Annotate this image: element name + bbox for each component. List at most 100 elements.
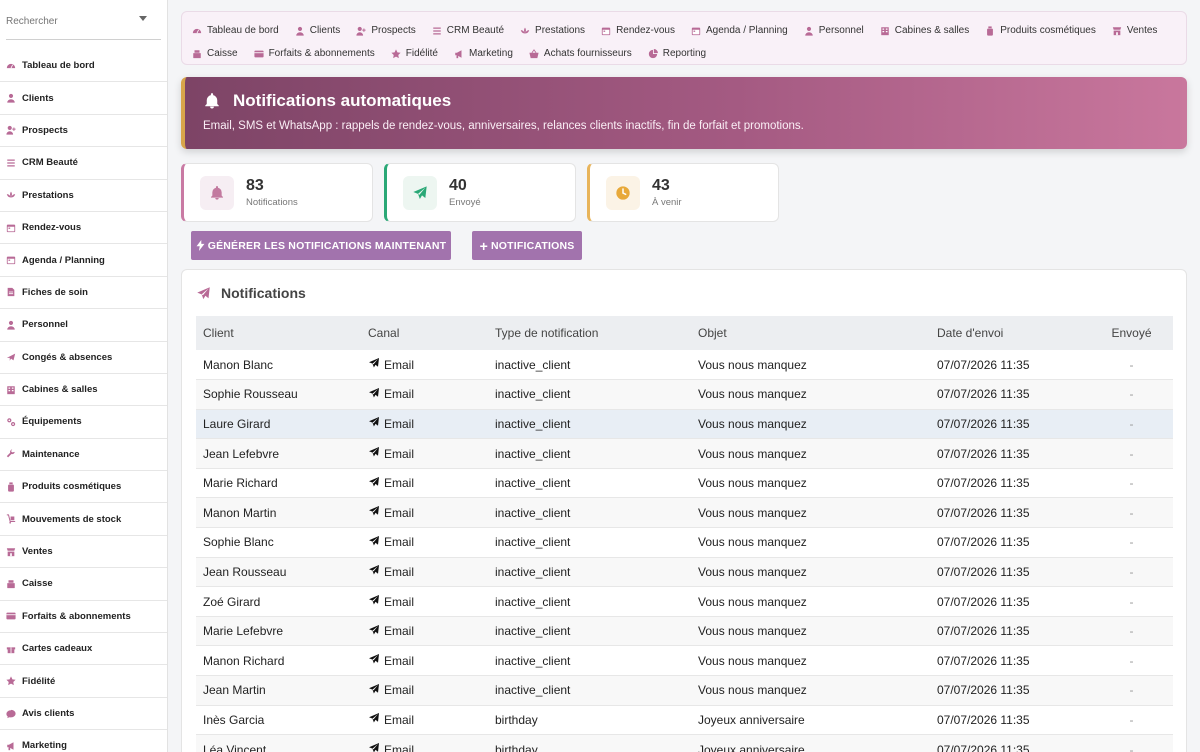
page-title: Notifications automatiques [233,91,452,110]
sidebar-item-avis-clients[interactable]: Avis clients [0,698,167,731]
sidebar-item-mouvements-de-stock[interactable]: Mouvements de stock [0,503,167,536]
paper-plane-icon [368,683,384,698]
sidebar-item-agenda-planning[interactable]: Agenda / Planning [0,244,167,277]
search-input[interactable] [6,8,161,34]
nav-item-ventes[interactable]: Ventes [1112,25,1158,36]
star-icon [391,48,401,59]
cell-objet: Joyeux anniversaire [698,742,805,752]
column-header-date[interactable]: Date d'envoi [930,316,1090,350]
column-header-type[interactable]: Type de notification [488,316,691,350]
table-row[interactable]: Jean Martin Email inactive_client Vous nous… [196,675,1173,706]
nav-item-agenda-planning[interactable]: Agenda / Planning [691,25,788,36]
generate-notifications-button[interactable]: GÉNÉRER LES NOTIFICATIONS MAINTENANT [191,231,451,260]
cell-sent: - [1129,712,1134,727]
nav-item-prestations[interactable]: Prestations [520,25,585,36]
column-header-client[interactable]: Client [196,316,361,350]
sidebar-item-ventes[interactable]: Ventes [0,536,167,569]
sidebar-item-fidelite[interactable]: Fidélité [0,665,167,698]
table-row[interactable]: Manon Richard Email inactive_client Vous no… [196,646,1173,676]
table-row[interactable]: Léa Vincent Email birthday Joyeux anniversa… [196,734,1173,752]
stat-label: À venir [652,197,682,208]
cell-date: 07/07/2026 11:35 [937,653,1030,668]
calendar-icon [6,223,16,233]
cell-type: inactive_client [495,594,571,609]
sidebar-item-prospects[interactable]: Prospects [0,115,167,148]
chevron-down-icon[interactable] [139,16,147,21]
cell-sent: - [1129,683,1134,698]
column-header-sent[interactable]: Envoyé [1090,316,1173,350]
nav-item-reporting[interactable]: Reporting [648,48,706,59]
cell-date: 07/07/2026 11:35 [937,712,1030,727]
nav-item-rendez-vous[interactable]: Rendez-vous [601,25,675,36]
list-icon [6,158,16,168]
top-nav-row: Caisse Forfaits & abonnements Fidélité Mark… [192,42,1176,65]
table-row[interactable]: Laure Girard Email inactive_client Vous nou… [196,409,1173,439]
bullhorn-icon [454,49,464,59]
nav-item-label: Ventes [1126,25,1158,36]
cell-client: Sophie Rousseau [203,387,298,402]
nav-item-forfaits-abonnements[interactable]: Forfaits & abonnements [253,48,375,59]
cell-objet: Vous nous manquez [698,594,807,609]
nav-item-label: Fidélité [405,48,438,59]
nav-item-marketing[interactable]: Marketing [454,48,513,59]
sidebar-item-label: Clients [22,92,54,104]
nav-item-produits-cosmetiques[interactable]: Produits cosmétiques [985,25,1096,36]
paper-plane-icon [413,185,427,199]
sidebar-item-cabines-salles[interactable]: Cabines & salles [0,374,167,407]
nav-item-personnel[interactable]: Personnel [804,25,864,36]
sidebar-item-rendez-vous[interactable]: Rendez-vous [0,212,167,245]
column-header-canal[interactable]: Canal [361,316,488,350]
sidebar-item-equipements[interactable]: Équipements [0,406,167,439]
table-row[interactable]: Manon Martin Email inactive_client Vous nou… [196,497,1173,528]
plane-icon [6,352,16,362]
sidebar-item-caisse[interactable]: Caisse [0,568,167,601]
table-row[interactable]: Manon Blanc Email inactive_client Vous nous… [196,350,1173,380]
sidebar-item-forfaits-abonnements[interactable]: Forfaits & abonnements [0,601,167,634]
sidebar-item-fiches-de-soin[interactable]: Fiches de soin [0,277,167,310]
page-subtitle: Email, SMS et WhatsApp : rappels de rend… [203,120,804,132]
table-row[interactable]: Jean Rousseau Email inactive_client Vous no… [196,557,1173,587]
cell-type: inactive_client [495,564,571,579]
table-row[interactable]: Sophie Rousseau Email inactive_client Vous … [196,379,1173,410]
table-row[interactable]: Sophie Blanc Email inactive_client Vous nou… [196,528,1173,558]
nav-item-prospects[interactable]: Prospects [356,25,416,36]
sidebar-item-marketing[interactable]: Marketing [0,730,167,752]
page-banner: Notifications automatiques Email, SMS et… [181,77,1187,149]
nav-item-fidelite[interactable]: Fidélité [391,48,438,59]
nav-item-tableau-de-bord[interactable]: Tableau de bord [192,25,279,36]
nav-item-crm-beaute[interactable]: CRM Beauté [432,25,504,36]
nav-item-clients[interactable]: Clients [295,25,340,36]
sidebar-item-conges-absences[interactable]: Congés & absences [0,342,167,374]
sidebar-item-prestations[interactable]: Prestations [0,180,167,212]
table-row[interactable]: Zoé Girard Email inactive_client Vous nous … [196,587,1173,617]
cell-date: 07/07/2026 11:35 [937,416,1030,431]
paper-plane-icon [368,416,384,431]
sidebar-item-personnel[interactable]: Personnel [0,309,167,342]
cell-type: inactive_client [495,535,571,550]
nav-item-caisse[interactable]: Caisse [192,48,238,59]
table-row[interactable]: Inès Garcia Email birthday Joyeux anniversa… [196,705,1173,735]
cell-canal: Email [361,705,488,735]
sidebar-item-cartes-cadeaux[interactable]: Cartes cadeaux [0,633,167,666]
nav-item-achats-fournisseurs[interactable]: Achats fournisseurs [529,48,632,59]
sidebar-item-maintenance[interactable]: Maintenance [0,439,167,472]
table-row[interactable]: Marie Richard Email inactive_client Vous no… [196,468,1173,498]
table-row[interactable]: Marie Lefebvre Email inactive_client Vous n… [196,616,1173,646]
nav-item-cabines-salles[interactable]: Cabines & salles [880,25,969,36]
sidebar-item-tableau-de-bord[interactable]: Tableau de bord [0,50,167,83]
cell-client: Jean Rousseau [203,564,287,579]
sidebar-item-crm-beaute[interactable]: CRM Beauté [0,147,167,180]
cell-client: Marie Richard [203,476,278,491]
cell-objet: Vous nous manquez [698,624,807,639]
column-header-objet[interactable]: Objet [691,316,930,350]
cell-canal: Email [361,646,488,676]
stat-label: Notifications [246,197,298,208]
sidebar-item-label: Forfaits & abonnements [22,610,131,622]
add-notification-button[interactable]: + NOTIFICATIONS [472,231,582,260]
clock-icon [616,185,630,200]
sidebar-item-clients[interactable]: Clients [0,82,167,115]
nav-item-label: Cabines & salles [894,25,970,36]
sidebar-item-produits-cosmetiques[interactable]: Produits cosmétiques [0,471,167,504]
table-row[interactable]: Jean Lefebvre Email inactive_client Vous no… [196,438,1173,469]
cell-sent: - [1129,476,1134,491]
